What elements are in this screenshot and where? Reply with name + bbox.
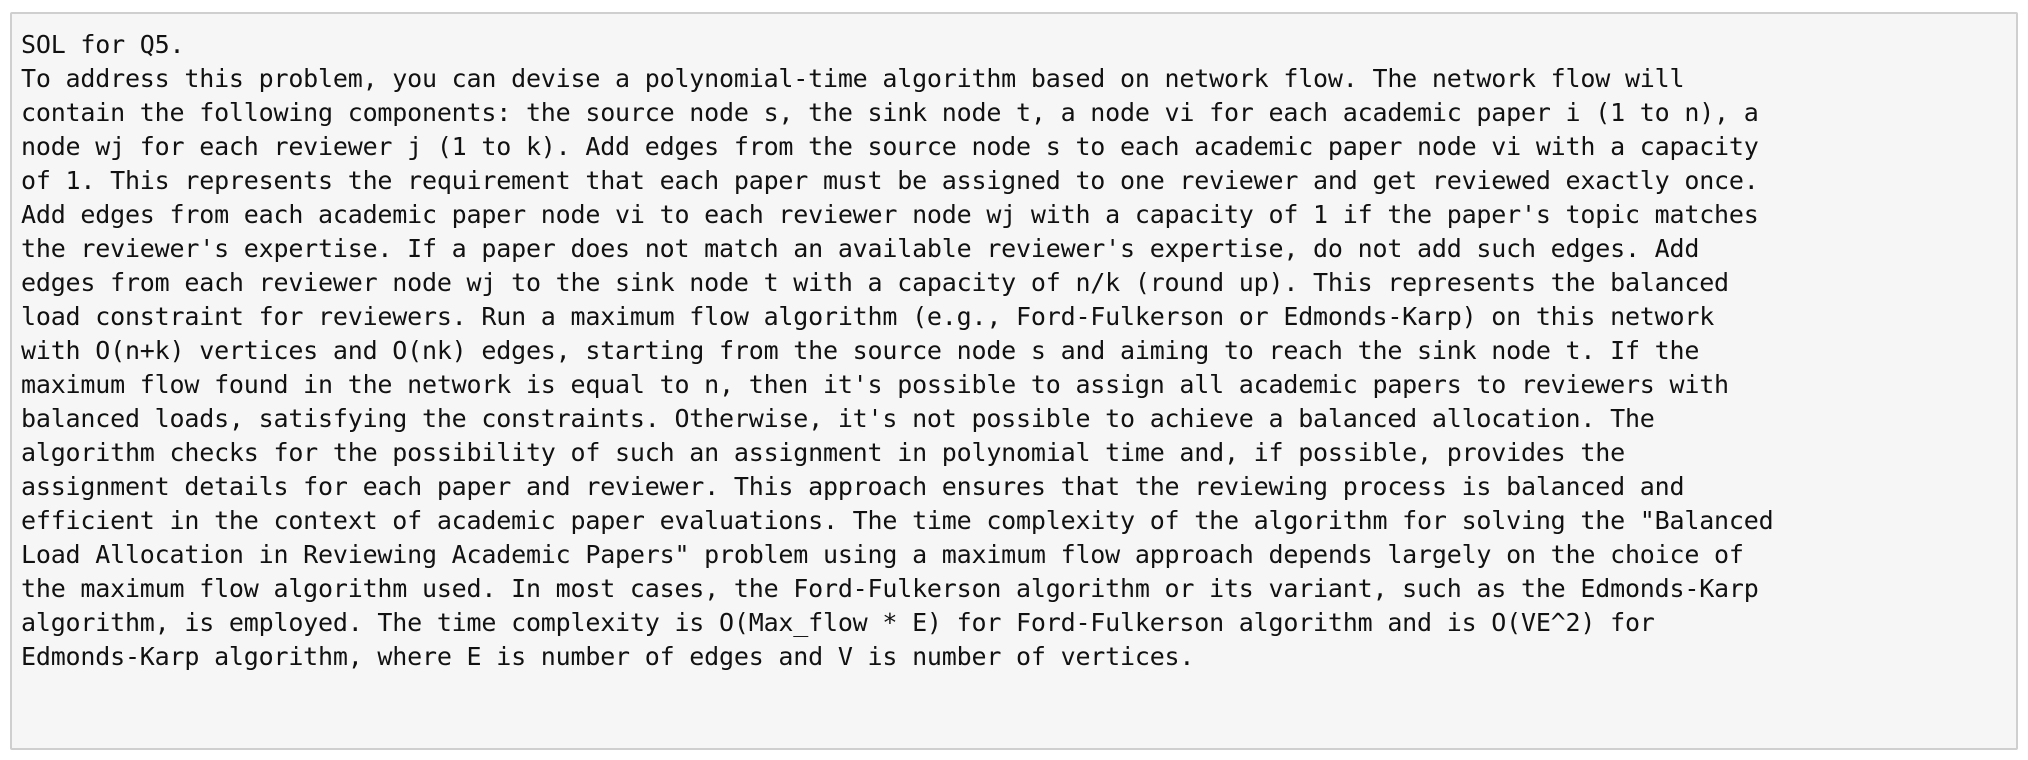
answer-line: To address this problem, you can devise … <box>21 64 1685 93</box>
answer-line: with O(n+k) vertices and O(nk) edges, st… <box>21 336 1700 365</box>
answer-text: SOL for Q5. To address this problem, you… <box>21 28 2007 674</box>
answer-textarea[interactable]: SOL for Q5. To address this problem, you… <box>10 12 2018 750</box>
answer-line: algorithm checks for the possibility of … <box>21 438 1625 467</box>
answer-line: balanced loads, satisfying the constrain… <box>21 404 1655 433</box>
answer-line: load constraint for reviewers. Run a max… <box>21 302 1715 331</box>
answer-line: the reviewer's expertise. If a paper doe… <box>21 234 1700 263</box>
answer-line: SOL for Q5. <box>21 30 185 59</box>
answer-line: contain the following components: the so… <box>21 98 1759 127</box>
answer-line: Load Allocation in Reviewing Academic Pa… <box>21 540 1744 569</box>
answer-line: node wj for each reviewer j (1 to k). Ad… <box>21 132 1759 161</box>
answer-line: maximum flow found in the network is equ… <box>21 370 1729 399</box>
answer-line: of 1. This represents the requirement th… <box>21 166 1759 195</box>
answer-line: the maximum flow algorithm used. In most… <box>21 574 1759 603</box>
answer-line: algorithm, is employed. The time complex… <box>21 608 1655 637</box>
answer-line: Edmonds-Karp algorithm, where E is numbe… <box>21 642 1195 671</box>
answer-line: efficient in the context of academic pap… <box>21 506 1774 535</box>
answer-line: assignment details for each paper and re… <box>21 472 1685 501</box>
answer-line: Add edges from each academic paper node … <box>21 200 1759 229</box>
answer-line: edges from each reviewer node wj to the … <box>21 268 1729 297</box>
